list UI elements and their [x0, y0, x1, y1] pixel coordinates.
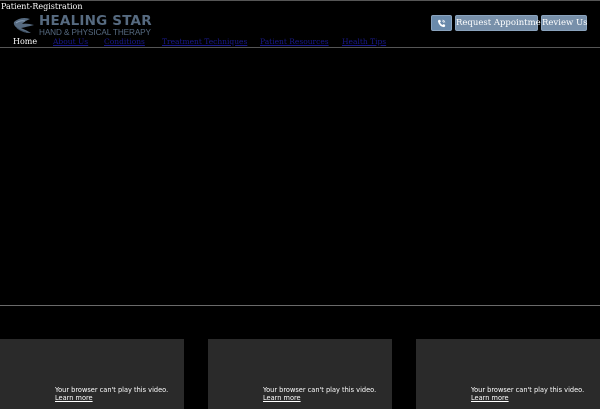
review-us-button[interactable]: Review Us — [541, 15, 587, 31]
nav-item-about-us[interactable]: About Us — [53, 37, 88, 47]
video-error-message: Your browser can't play this video. — [55, 386, 169, 394]
request-appointment-button[interactable]: Request Appointment — [455, 15, 550, 31]
nav-item-home[interactable]: Home — [13, 37, 37, 47]
learn-more-link[interactable]: Learn more — [55, 394, 93, 402]
phone-button[interactable] — [431, 15, 452, 31]
hero-bottom-border — [0, 305, 600, 306]
patient-registration-link[interactable]: Patient-Registration — [1, 2, 82, 12]
logo-title: HEALING STAR — [39, 13, 152, 29]
nav-item-treatment-techniques[interactable]: Treatment Techniques — [162, 37, 247, 47]
star-hand-icon — [13, 18, 35, 33]
nav-item-health-tips[interactable]: Health Tips — [342, 37, 386, 47]
site-logo[interactable]: HEALING STAR HAND & PHYSICAL THERAPY — [12, 13, 152, 39]
video-player-2[interactable]: Your browser can't play this video. Lear… — [208, 339, 392, 409]
nav-item-patient-resources[interactable]: Patient Resources — [260, 37, 329, 47]
nav-item-conditions[interactable]: Conditions — [104, 37, 145, 47]
hero-banner — [0, 48, 600, 306]
learn-more-link[interactable]: Learn more — [471, 394, 509, 402]
video-error-message: Your browser can't play this video. — [471, 386, 585, 394]
video-error-message: Your browser can't play this video. — [263, 386, 377, 394]
main-nav: Home About Us Conditions Treatment Techn… — [0, 37, 600, 47]
logo-subtitle: HAND & PHYSICAL THERAPY — [39, 28, 151, 37]
top-divider — [0, 0, 600, 1]
phone-icon — [437, 19, 446, 28]
video-player-3[interactable]: Your browser can't play this video. Lear… — [416, 339, 600, 409]
video-player-1[interactable]: Your browser can't play this video. Lear… — [0, 339, 184, 409]
learn-more-link[interactable]: Learn more — [263, 394, 301, 402]
